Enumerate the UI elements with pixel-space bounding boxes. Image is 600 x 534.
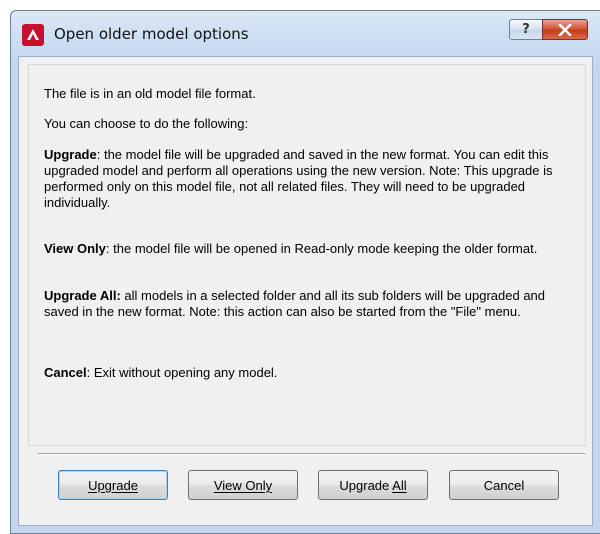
cancel-button-label: Cancel	[483, 477, 525, 493]
option-term: View Only	[44, 241, 106, 256]
separator	[38, 453, 585, 455]
dialog-content: The file is in an old model file format.…	[18, 56, 593, 526]
option-term: Cancel	[44, 365, 87, 380]
option-text: : the model file will be upgraded and sa…	[44, 147, 553, 210]
cancel-button[interactable]: Cancel	[449, 470, 559, 500]
title-bar[interactable]: Open older model options ?	[11, 11, 600, 57]
close-icon	[558, 23, 572, 36]
option-text: : Exit without opening any model.	[86, 365, 278, 380]
help-button[interactable]: ?	[509, 19, 543, 40]
upgrade-button-label: Upgrade	[88, 477, 138, 493]
view-only-button[interactable]: View Only	[188, 470, 298, 500]
view-only-button-label: View Only	[213, 477, 273, 493]
option-term: Upgrade	[44, 147, 97, 162]
open-older-model-options-dialog: Open older model options ? The file is i…	[10, 10, 600, 534]
window-title: Open older model options	[54, 25, 249, 43]
option-term: Upgrade All:	[44, 288, 121, 303]
upgrade-all-button[interactable]: Upgrade All	[318, 470, 428, 500]
option-cancel-description: Cancel: Exit without opening any model.	[44, 365, 574, 381]
upgrade-all-mnemonic: All	[392, 477, 407, 493]
upgrade-all-button-label: Upgrade All	[339, 478, 406, 493]
upgrade-all-prefix: Upgrade	[339, 477, 393, 493]
message-panel: The file is in an old model file format.…	[28, 64, 586, 446]
close-button[interactable]	[542, 19, 588, 40]
intro-text: The file is in an old model file format.	[44, 86, 256, 101]
choose-text: You can choose to do the following:	[44, 116, 249, 131]
help-icon: ?	[522, 22, 530, 37]
option-text: : the model file will be opened in Read-…	[105, 241, 538, 256]
autodesk-app-icon	[22, 24, 44, 46]
option-view-only-description: View Only: the model file will be opened…	[44, 241, 574, 257]
option-upgrade-all-description: Upgrade All: all models in a selected fo…	[44, 288, 574, 320]
upgrade-button[interactable]: Upgrade	[58, 470, 168, 500]
option-upgrade-description: Upgrade: the model file will be upgraded…	[44, 147, 574, 211]
